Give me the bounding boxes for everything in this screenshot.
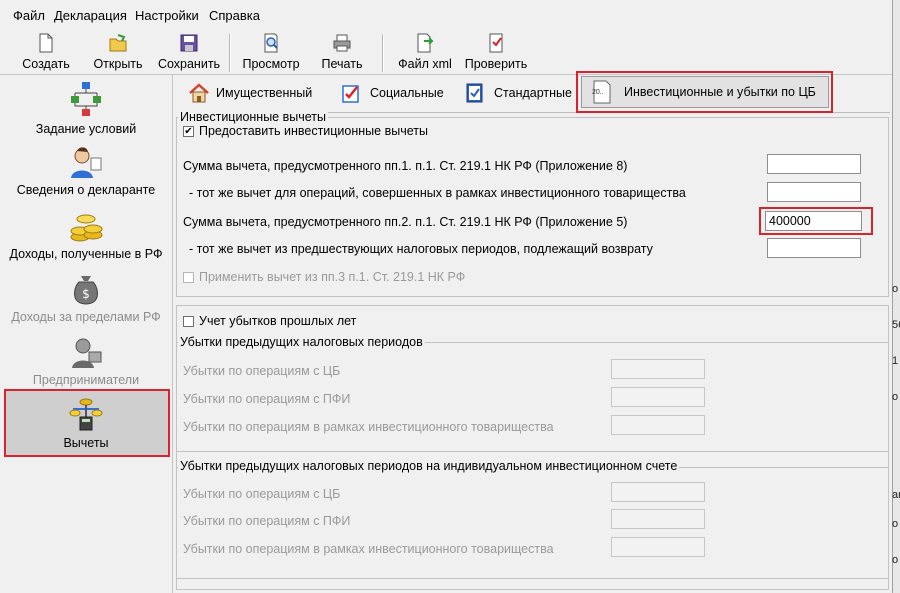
xml-file-label: Файл xml <box>398 57 452 71</box>
create-label: Создать <box>22 57 70 71</box>
toolbar-separator <box>382 34 384 72</box>
deduction-pp1-partnership-input[interactable] <box>767 182 861 202</box>
sidebar-item-income-abroad[interactable]: $ Доходы за пределами РФ <box>0 268 172 328</box>
loss-cb-input[interactable] <box>611 359 705 379</box>
tab-standard[interactable]: Стандартные <box>454 75 576 111</box>
loss-partnership-label: Убытки по операциям в рамках инвестицион… <box>183 420 554 434</box>
deduction-pp1-partnership-label: - тот же вычет для операций, совершенных… <box>189 186 686 200</box>
sidebar-item-declarant[interactable]: Сведения о декларанте <box>0 142 172 202</box>
edge-glyph: о <box>892 283 899 295</box>
print-label: Печать <box>321 57 363 71</box>
provide-deductions-label: Предоставить инвестиционные вычеты <box>199 124 428 138</box>
business-person-icon <box>72 338 102 368</box>
losses-accounting-label: Учет убытков прошлых лет <box>199 314 357 328</box>
edge-glyph: о <box>892 518 899 530</box>
loss-cb-label: Убытки по операциям с ЦБ <box>183 364 341 378</box>
open-folder-icon <box>109 34 127 52</box>
house-icon <box>189 83 209 103</box>
toolbar: Создать Открыть Сохранить Просмотр Печат… <box>0 30 892 75</box>
loss-pfi-input[interactable] <box>611 387 705 407</box>
deduction-pp1-input[interactable] <box>767 154 861 174</box>
loss-partnership-input[interactable] <box>611 415 705 435</box>
tab-social[interactable]: Социальные <box>330 75 450 111</box>
deduction-previous-periods-input[interactable] <box>767 238 861 258</box>
apply-pp3-checkbox[interactable] <box>183 272 194 283</box>
deduction-pp1-label: Сумма вычета, предусмотренного пп.1. п.1… <box>183 159 628 173</box>
input-highlight-frame <box>759 207 873 235</box>
sidebar-label: Предприниматели <box>32 373 140 387</box>
flowchart-icon <box>71 82 101 116</box>
create-button[interactable]: Создать <box>14 30 78 74</box>
printer-icon <box>333 34 351 52</box>
edge-glyph: о <box>892 554 899 566</box>
tab-label: Имущественный <box>216 86 313 100</box>
menu-bar: Файл Декларация Настройки Справка <box>0 0 900 31</box>
open-label: Открыть <box>93 57 143 71</box>
xml-export-icon <box>417 33 434 53</box>
tab-label: Стандартные <box>494 86 572 100</box>
iis-loss-partnership-input[interactable] <box>611 537 705 557</box>
tab-property[interactable]: Имущественный <box>178 75 328 111</box>
deduction-pp2-label: Сумма вычета, предусмотренного пп.2. п.1… <box>183 215 628 229</box>
preview-button[interactable]: Просмотр <box>236 30 306 74</box>
document-check-icon <box>466 83 483 103</box>
sidebar-label: Доходы, полученные в РФ <box>9 247 163 261</box>
sidebar-label: Задание условий <box>35 122 137 136</box>
sidebar-item-conditions[interactable]: Задание условий <box>0 78 172 138</box>
right-edge-scrollbar[interactable] <box>892 0 900 593</box>
preview-label: Просмотр <box>242 57 300 71</box>
sidebar-item-deductions[interactable]: Вычеты <box>0 394 172 454</box>
open-button[interactable]: Открыть <box>86 30 150 74</box>
save-button[interactable]: Сохранить <box>156 30 222 74</box>
iis-loss-pfi-input[interactable] <box>611 509 705 529</box>
floppy-disk-icon <box>180 34 198 52</box>
person-icon <box>71 147 102 178</box>
menu-help[interactable]: Справка <box>209 8 260 23</box>
iis-loss-pfi-label: Убытки по операциям с ПФИ <box>183 514 351 528</box>
deduction-previous-periods-label: - тот же вычет из предшествующих налогов… <box>189 242 653 256</box>
iis-loss-partnership-label: Убытки по операциям в рамках инвестицион… <box>183 542 554 556</box>
sidebar-item-entrepreneurs[interactable]: Предприниматели <box>0 332 172 392</box>
edge-glyph: ан <box>892 489 900 501</box>
coins-icon <box>70 214 103 242</box>
toolbar-separator <box>229 34 231 72</box>
tab-label: Социальные <box>370 86 444 100</box>
print-button[interactable]: Печать <box>314 30 370 74</box>
investment-group-title: Инвестиционные вычеты <box>178 110 328 124</box>
save-label: Сохранить <box>157 57 221 71</box>
check-button[interactable]: Проверить <box>462 30 530 74</box>
checklist-icon <box>489 33 503 53</box>
edge-glyph: 1 <box>892 355 899 367</box>
losses-accounting-checkbox[interactable] <box>183 316 194 327</box>
edge-glyph: 56 <box>892 319 900 331</box>
scales-calculator-icon <box>69 398 103 431</box>
money-bag-icon: $ <box>74 276 98 305</box>
svg-text:$: $ <box>82 287 90 301</box>
menu-declaration[interactable]: Декларация <box>54 8 127 23</box>
menu-file[interactable]: Файл <box>13 8 45 23</box>
edge-glyph: о <box>892 391 899 403</box>
loss-pfi-label: Убытки по операциям с ПФИ <box>183 392 351 406</box>
apply-pp3-label: Применить вычет из пп.3 п.1. Ст. 219.1 Н… <box>199 270 466 284</box>
iis-loss-cb-label: Убытки по операциям с ЦБ <box>183 487 341 501</box>
sidebar-label: Вычеты <box>63 436 109 450</box>
sidebar-label: Сведения о декларанте <box>16 183 156 197</box>
provide-deductions-checkbox[interactable]: ✔ <box>183 126 194 137</box>
new-document-icon <box>39 33 53 53</box>
tab-highlight-frame <box>576 71 833 113</box>
losses-previous-title: Убытки предыдущих налоговых периодов <box>178 335 425 349</box>
iis-loss-cb-input[interactable] <box>611 482 705 502</box>
losses-iis-title: Убытки предыдущих налоговых периодов на … <box>178 459 680 473</box>
sidebar-item-income-rf[interactable]: Доходы, полученные в РФ <box>0 205 172 265</box>
checkbox-list-icon <box>342 85 359 103</box>
sidebar-label: Доходы за пределами РФ <box>11 310 161 324</box>
menu-settings[interactable]: Настройки <box>135 8 199 23</box>
check-label: Проверить <box>464 57 528 71</box>
xml-file-button[interactable]: Файл xml <box>392 30 458 74</box>
magnifier-document-icon <box>264 33 278 53</box>
